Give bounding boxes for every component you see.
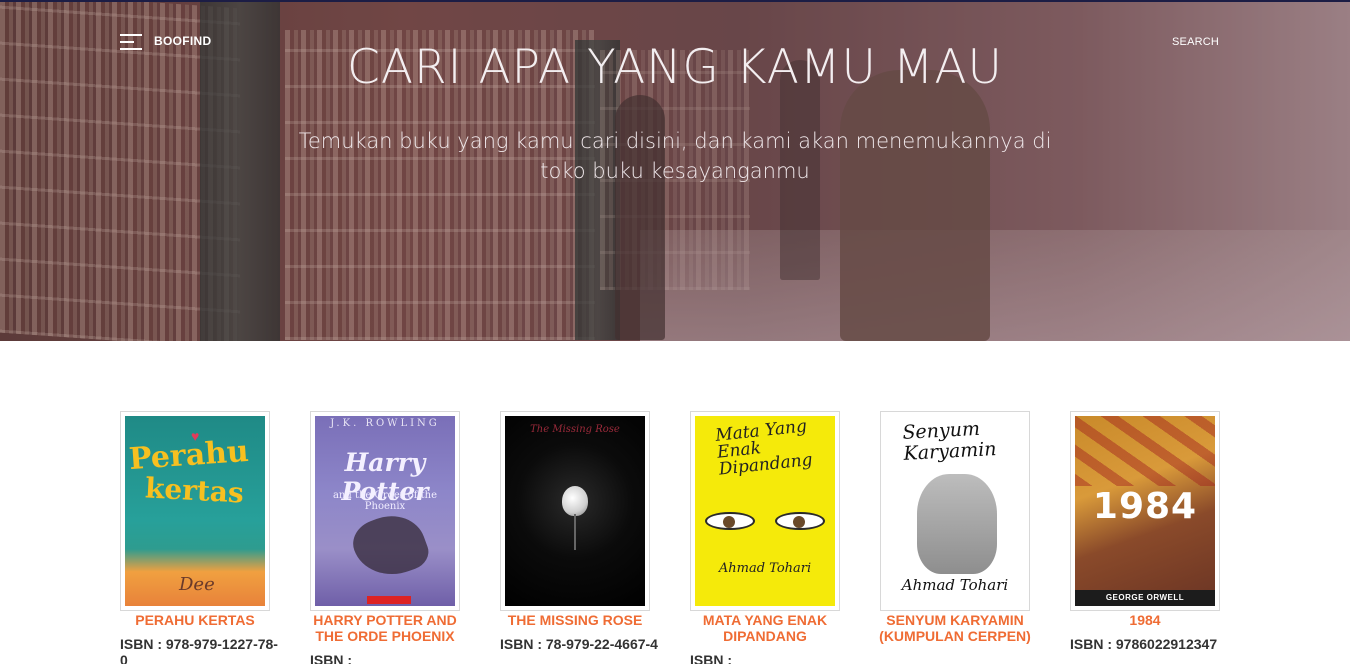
hero-banner: BOOFIND SEARCH CARI APA YANG KAMU MAU Te… xyxy=(0,0,1350,341)
book-card[interactable]: ♥ Perahu kertas Dee PERAHU KERTAS ISBN :… xyxy=(120,411,278,664)
rose-illustration xyxy=(562,486,588,516)
book-grid: ♥ Perahu kertas Dee PERAHU KERTAS ISBN :… xyxy=(120,411,1220,664)
book-isbn: ISBN : xyxy=(310,652,352,664)
book-card[interactable]: 1984 GEORGE ORWELL 1984 ISBN : 978602291… xyxy=(1070,411,1220,664)
hero-title: CARI APA YANG KAMU MAU xyxy=(347,40,1003,95)
top-border xyxy=(0,0,1350,2)
book-cover[interactable]: The Missing Rose xyxy=(500,411,650,611)
eye-illustration xyxy=(775,512,825,530)
book-title[interactable]: SENYUM KARYAMIN (KUMPULAN CERPEN) xyxy=(875,612,1035,644)
book-title[interactable]: HARRY POTTER AND THE ORDE PHOENIX xyxy=(305,612,465,644)
book-isbn: ISBN : 9786022912347 xyxy=(1070,636,1218,652)
book-title[interactable]: PERAHU KERTAS xyxy=(115,612,275,628)
publisher-logo xyxy=(367,596,411,604)
book-title[interactable]: MATA YANG ENAK DIPANDANG xyxy=(685,612,845,644)
book-cover[interactable]: ♥ Perahu kertas Dee xyxy=(120,411,270,611)
book-cover[interactable]: Mata Yang Enak Dipandang Ahmad Tohari xyxy=(690,411,840,611)
book-isbn: ISBN : xyxy=(690,652,732,664)
book-card[interactable]: The Missing Rose THE MISSING ROSE ISBN :… xyxy=(500,411,658,664)
hippogriff-illustration xyxy=(346,505,434,587)
book-isbn: ISBN : 78-979-22-4667-4 xyxy=(500,636,658,652)
book-cover[interactable]: Senyum Karyamin Ahmad Tohari xyxy=(880,411,1030,611)
book-card[interactable]: Senyum Karyamin Ahmad Tohari SENYUM KARY… xyxy=(879,411,1031,664)
face-illustration xyxy=(917,474,997,574)
book-cover[interactable]: J.K. ROWLING Harry Potter and the Order … xyxy=(310,411,460,611)
flag-illustration xyxy=(1075,416,1215,486)
book-isbn: ISBN : 978-979-1227-78-0 xyxy=(120,636,278,664)
eye-illustration xyxy=(705,512,755,530)
book-title[interactable]: THE MISSING ROSE xyxy=(495,612,655,628)
book-cover[interactable]: 1984 GEORGE ORWELL xyxy=(1070,411,1220,611)
book-card[interactable]: J.K. ROWLING Harry Potter and the Order … xyxy=(310,411,460,664)
book-title[interactable]: 1984 xyxy=(1065,612,1225,628)
book-card[interactable]: Mata Yang Enak Dipandang Ahmad Tohari MA… xyxy=(690,411,840,664)
hero-subtitle: Temukan buku yang kamu cari disini, dan … xyxy=(298,129,1052,183)
